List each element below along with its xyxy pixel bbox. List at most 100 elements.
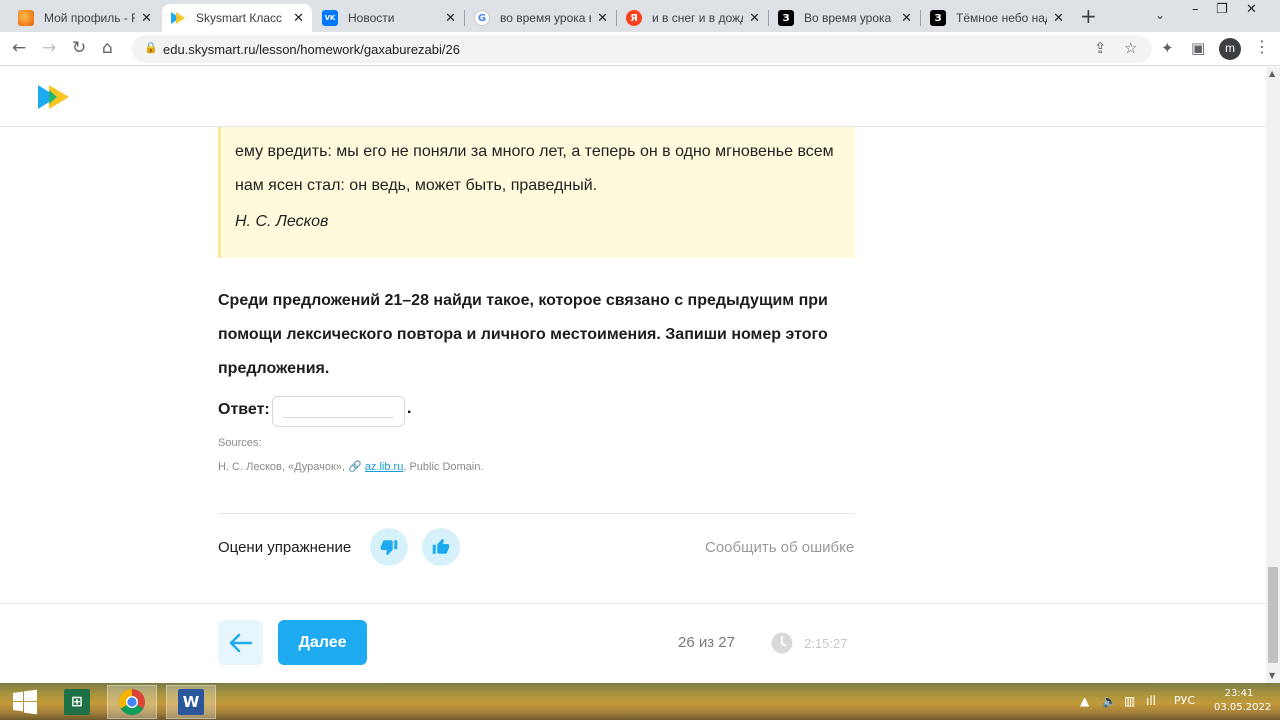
citation-text: Н. С. Лесков, «Дурачок», — [218, 461, 349, 473]
thumbs-up-icon — [432, 538, 450, 554]
clock-date: 03.05.2022 — [1214, 702, 1272, 713]
tab-separator — [616, 10, 617, 26]
extensions-puzzle-icon[interactable]: ✦ — [1161, 39, 1174, 57]
minimize-icon[interactable]: – — [1192, 2, 1199, 17]
answer-period: . — [407, 400, 412, 417]
tray-chevron-up-icon[interactable]: ▲ — [1080, 694, 1089, 708]
task-progress: 26 из 27 — [678, 634, 735, 651]
lock-icon: 🔒 — [144, 41, 158, 54]
volume-icon[interactable]: 🔈 — [1102, 694, 1117, 708]
skysmart-logo[interactable] — [38, 85, 70, 109]
tab-title: во время урока в — [500, 11, 592, 25]
close-icon[interactable]: ✕ — [1053, 11, 1064, 26]
close-icon[interactable]: ✕ — [901, 11, 912, 26]
word-icon: W — [178, 689, 204, 715]
excerpt-author: Н. С. Лесков — [235, 213, 329, 230]
windows-taskbar: ⊞ W ▲ 🔈 ▥ ıll РУС 23:41 03.05.2022 — [0, 683, 1280, 720]
scroll-thumb[interactable] — [1268, 567, 1278, 663]
clock-time: 23:41 — [1224, 688, 1254, 699]
tab-title: и в снег и в дожд — [652, 11, 744, 25]
tab-separator — [768, 10, 769, 26]
report-error-link[interactable]: Сообщить об ошибке — [705, 539, 854, 556]
rate-label: Оцени упражнение — [218, 539, 352, 556]
footer-divider — [0, 603, 1266, 604]
tab-search-chevron-down-icon[interactable]: ⌄ — [1155, 8, 1165, 22]
windows-logo-icon — [13, 689, 37, 715]
close-icon[interactable]: ✕ — [293, 11, 304, 26]
previous-button[interactable] — [218, 620, 263, 665]
menu-dots-icon[interactable]: ⋮ — [1254, 37, 1270, 56]
sources-label: Sources: — [218, 437, 262, 449]
scroll-up-arrow-icon[interactable]: ▲ — [1269, 69, 1275, 78]
tab-news[interactable]: VK Новости ✕ — [314, 4, 464, 32]
skysmart-icon — [170, 10, 186, 26]
license-text: , Public Domain. — [403, 461, 484, 473]
text-excerpt: ему вредить: мы его не поняли за много л… — [218, 127, 855, 258]
tab-google-search[interactable]: G во время урока в ✕ — [466, 4, 616, 32]
tab-znanija-1[interactable]: З Во время урока в ✕ — [770, 4, 920, 32]
answer-input[interactable] — [272, 396, 405, 427]
like-button[interactable] — [422, 528, 460, 566]
tab-title: Мой профиль - Fa — [44, 11, 136, 25]
tab-title: Тёмное небо над — [956, 11, 1048, 25]
network-icon[interactable]: ▥ — [1124, 694, 1135, 708]
source-link[interactable]: az.lib.ru — [365, 461, 404, 473]
browser-toolbar: ← → ↻ ⌂ 🔒 edu.skysmart.ru/lesson/homewor… — [0, 32, 1280, 66]
browser-tab-bar: Мой профиль - Fa ✕ Skysmart Класс ✕ VK Н… — [0, 0, 1280, 32]
tab-yandex-search[interactable]: Я и в снег и в дожд ✕ — [618, 4, 768, 32]
bookmark-star-icon[interactable]: ☆ — [1124, 39, 1137, 57]
forward-arrow-icon[interactable]: → — [42, 38, 56, 58]
close-icon[interactable]: ✕ — [141, 11, 152, 26]
tab-skysmart[interactable]: Skysmart Класс ✕ — [162, 4, 312, 32]
side-panel-icon[interactable]: ▣ — [1191, 39, 1205, 57]
link-chain-icon: 🔗 — [348, 460, 362, 473]
page-scrollbar[interactable]: ▲ ▼ — [1266, 67, 1280, 683]
restore-icon[interactable]: ❐ — [1216, 2, 1228, 17]
vk-icon: VK — [322, 10, 338, 26]
language-indicator[interactable]: РУС — [1174, 694, 1195, 707]
share-icon[interactable]: ⇪ — [1094, 39, 1107, 57]
signal-icon[interactable]: ıll — [1146, 694, 1156, 708]
answer-label: Ответ: — [218, 401, 270, 418]
tab-title: Новости — [348, 11, 395, 25]
thumbs-down-icon — [380, 540, 398, 556]
site-header — [0, 67, 1266, 127]
answer-underline — [283, 417, 394, 418]
tab-znanija-2[interactable]: З Тёмное небо над ✕ — [922, 4, 1072, 32]
scroll-down-arrow-icon[interactable]: ▼ — [1269, 671, 1275, 680]
timer: 2:15:27 — [804, 636, 848, 651]
tab-title: Во время урока в — [804, 11, 896, 25]
excerpt-text: ему вредить: мы его не поняли за много л… — [235, 143, 834, 194]
taskbar-clock[interactable]: 23:41 03.05.2022 — [1214, 687, 1272, 715]
next-button[interactable]: Далее — [278, 620, 367, 665]
tab-separator — [920, 10, 921, 26]
close-icon[interactable]: ✕ — [749, 11, 760, 26]
tab-profile[interactable]: Мой профиль - Fa ✕ — [10, 4, 160, 32]
window-close-icon[interactable]: ✕ — [1246, 2, 1257, 17]
tab-separator — [464, 10, 465, 26]
url-text[interactable]: edu.skysmart.ru/lesson/homework/gaxabure… — [163, 42, 460, 57]
taskbar-excel[interactable]: ⊞ — [52, 685, 102, 719]
excel-icon: ⊞ — [64, 689, 90, 715]
start-button[interactable] — [0, 685, 50, 719]
close-icon[interactable]: ✕ — [597, 11, 608, 26]
close-icon[interactable]: ✕ — [445, 11, 456, 26]
clock-icon — [771, 632, 793, 654]
task-question: Среди предложений 21–28 найди такое, кот… — [218, 292, 828, 377]
profile-avatar[interactable]: m — [1219, 38, 1241, 60]
section-divider — [218, 513, 855, 514]
tab-title: Skysmart Класс — [196, 11, 283, 25]
firefox-fox-icon — [18, 10, 34, 26]
dislike-button[interactable] — [370, 528, 408, 566]
arrow-left-icon — [229, 633, 252, 652]
new-tab-plus-icon[interactable]: + — [1080, 4, 1097, 28]
sources-citation: Н. С. Лесков, «Дурачок», 🔗 az.lib.ru, Pu… — [218, 460, 483, 473]
reload-icon[interactable]: ↻ — [72, 38, 86, 58]
yandex-icon: Я — [626, 10, 642, 26]
google-icon: G — [474, 10, 490, 26]
taskbar-chrome[interactable] — [107, 685, 157, 719]
back-arrow-icon[interactable]: ← — [12, 38, 26, 58]
address-bar[interactable]: 🔒 edu.skysmart.ru/lesson/homework/gaxabu… — [132, 35, 1152, 63]
taskbar-word[interactable]: W — [166, 685, 216, 719]
home-icon[interactable]: ⌂ — [102, 38, 113, 58]
